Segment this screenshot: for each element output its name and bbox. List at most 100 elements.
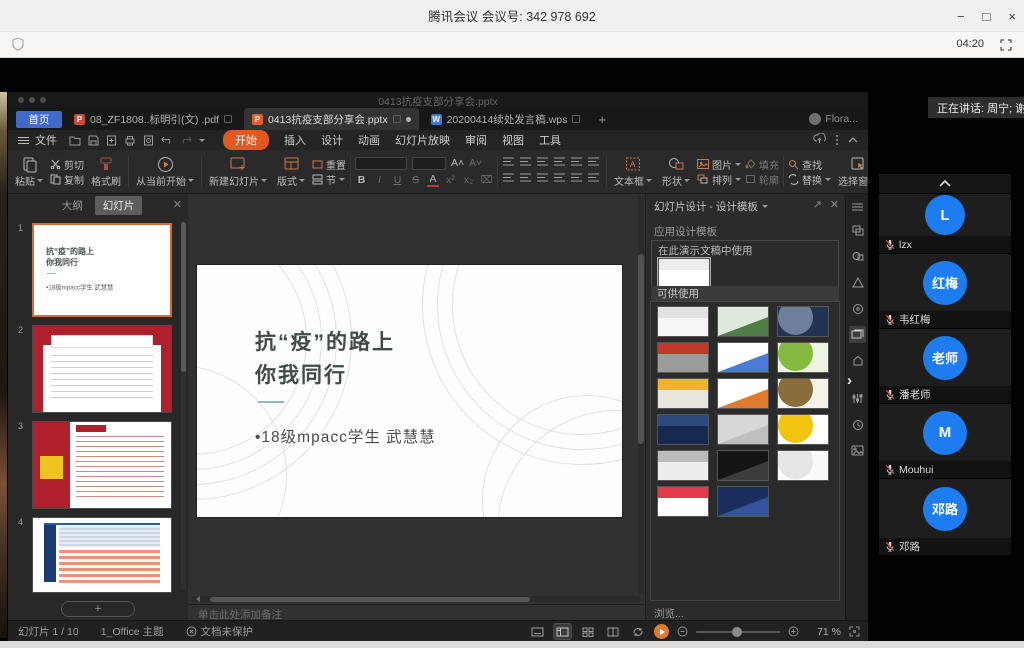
font-color-button[interactable]: A [427,173,439,187]
design-template-7[interactable] [657,378,709,409]
section-button[interactable]: 节 [312,172,346,187]
design-template-13[interactable] [657,450,709,481]
home-tab-button[interactable]: 首页 [16,111,62,128]
arrange-button[interactable]: 排列 [697,172,741,187]
participant-video[interactable]: L [879,193,1011,236]
fit-window-button[interactable] [849,626,860,637]
rail-history-icon[interactable] [849,416,866,433]
new-slide-button[interactable]: 新建幻灯片 [206,154,270,189]
indent-decrease-icon[interactable] [536,156,551,171]
play-from-current-button[interactable]: 从当前开始 [133,154,197,189]
bold-button[interactable]: B [355,174,368,186]
add-slide-button[interactable]: + [61,601,135,617]
account-chip[interactable]: Flora... [809,108,858,130]
subscript-button[interactable]: x₂ [462,174,475,186]
participant-tile-2[interactable]: 红梅韦红梅 [879,253,1011,328]
panel-close-icon[interactable]: ✕ [173,198,182,211]
print-icon[interactable] [124,135,136,146]
menu-item-4[interactable]: 幻灯片放映 [395,132,450,148]
numbering-icon[interactable] [519,156,534,171]
rail-home-icon[interactable] [849,352,866,369]
design-panel-close-icon[interactable]: ✕ [830,198,839,211]
open-icon[interactable] [69,135,81,146]
menu-item-2[interactable]: 设计 [321,132,343,148]
participant-tile-4[interactable]: MMouhui [879,403,1011,478]
layout-button[interactable]: 版式 [274,154,308,189]
replace-button[interactable]: 替换 [788,172,831,187]
tab-slides[interactable]: 幻灯片 [95,196,143,215]
template-in-use[interactable] [658,258,710,289]
menu-item-7[interactable]: 工具 [539,132,561,148]
more-options-icon[interactable] [836,135,838,145]
participant-video[interactable]: M [879,403,1011,461]
slide-thumbnail-2[interactable]: 2 [32,325,174,413]
browse-link[interactable]: 浏览... [654,606,684,621]
panel-expand-chevron[interactable]: › [847,372,852,389]
picture-button[interactable]: 图片 [697,157,741,172]
find-button[interactable]: 查找 [788,157,831,172]
format-painter-button[interactable]: 格式刷 [88,154,124,189]
strikethrough-button[interactable]: S [409,174,422,186]
slide-thumb-preview[interactable]: 抗“疫”的路上 你我同行•18级mpacc学生 武慧慧 [32,223,172,317]
tab-pin-icon[interactable] [224,115,232,123]
doc-tab-wps[interactable]: W20200414续处发言稿.wps [423,108,589,130]
doc-tab-pdf[interactable]: P08_ZF1808..标明引(文) .pdf [66,108,240,130]
participant-tile-3[interactable]: 老师潘老师 [879,328,1011,403]
cut-button[interactable]: 剪切 [50,157,84,172]
indent-increase-icon[interactable] [553,156,568,171]
minimize-button[interactable]: − [957,10,965,23]
participant-tile-1[interactable]: Llzx [879,193,1011,253]
undo-icon[interactable] [161,135,173,145]
line-spacing-icon[interactable] [570,156,585,171]
design-template-5[interactable] [717,342,769,373]
design-template-12[interactable] [777,414,829,445]
close-button[interactable]: × [1008,10,1016,23]
italic-button[interactable]: I [373,174,386,186]
align-right-icon[interactable] [536,172,551,187]
slideshow-play-button[interactable] [654,624,669,639]
design-template-10[interactable] [657,414,709,445]
design-template-15[interactable] [777,450,829,481]
save-icon[interactable] [88,135,99,146]
design-panel-dropdown-icon[interactable] [762,205,768,208]
tab-outline[interactable]: 大纲 [54,196,91,215]
participant-video[interactable]: 邓路 [879,478,1011,538]
fill-button[interactable]: 填充 [745,157,779,172]
design-template-14[interactable] [717,450,769,481]
file-menu[interactable]: 文件 [35,132,57,148]
slide-sorter-icon[interactable] [579,624,596,639]
editor-horizontal-scrollbar[interactable] [192,596,640,602]
slide-title[interactable]: 抗“疫”的路上你我同行 [255,327,395,392]
slide-thumb-preview[interactable] [32,325,172,413]
slide-thumb-preview[interactable] [32,517,172,593]
slide-canvas[interactable]: 抗“疫”的路上你我同行 •18级mpacc学生 武慧慧 [197,265,622,517]
selection-pane-button[interactable]: 选择窗格 [835,154,868,189]
loop-play-icon[interactable] [629,624,646,639]
doc-tab-ppt[interactable]: P0413抗疫支部分享会.pptx [244,108,419,130]
slide-thumb-preview[interactable] [32,421,172,509]
align-center-icon[interactable] [519,172,534,187]
hamburger-icon[interactable] [18,137,29,144]
new-tab-button[interactable]: + [598,112,606,127]
slide-thumbnail-3[interactable]: 3 [32,421,174,509]
tab-pin-icon[interactable] [393,115,401,123]
text-direction-icon[interactable] [587,156,602,171]
design-template-1[interactable] [657,306,709,337]
rail-slides-icon[interactable] [849,222,866,239]
design-template-9[interactable] [777,378,829,409]
rail-check-icon[interactable] [849,274,866,291]
design-template-8[interactable] [717,378,769,409]
redo-icon[interactable] [180,135,192,145]
copy-button[interactable]: 复制 [50,172,84,187]
bullets-icon[interactable] [502,156,517,171]
participant-video[interactable]: 老师 [879,328,1011,386]
zoom-out-button[interactable] [677,626,688,637]
decrease-font-button[interactable]: A˅ [469,157,482,169]
slide-thumbnail-1[interactable]: 1抗“疫”的路上 你我同行•18级mpacc学生 武慧慧 [32,223,174,317]
design-template-6[interactable] [777,342,829,373]
zoom-in-button[interactable] [788,626,799,637]
maximize-button[interactable]: □ [983,10,991,23]
design-template-17[interactable] [717,486,769,517]
menu-item-0[interactable]: 开始 [223,130,269,150]
shapes-button[interactable]: 形状 [659,154,693,189]
